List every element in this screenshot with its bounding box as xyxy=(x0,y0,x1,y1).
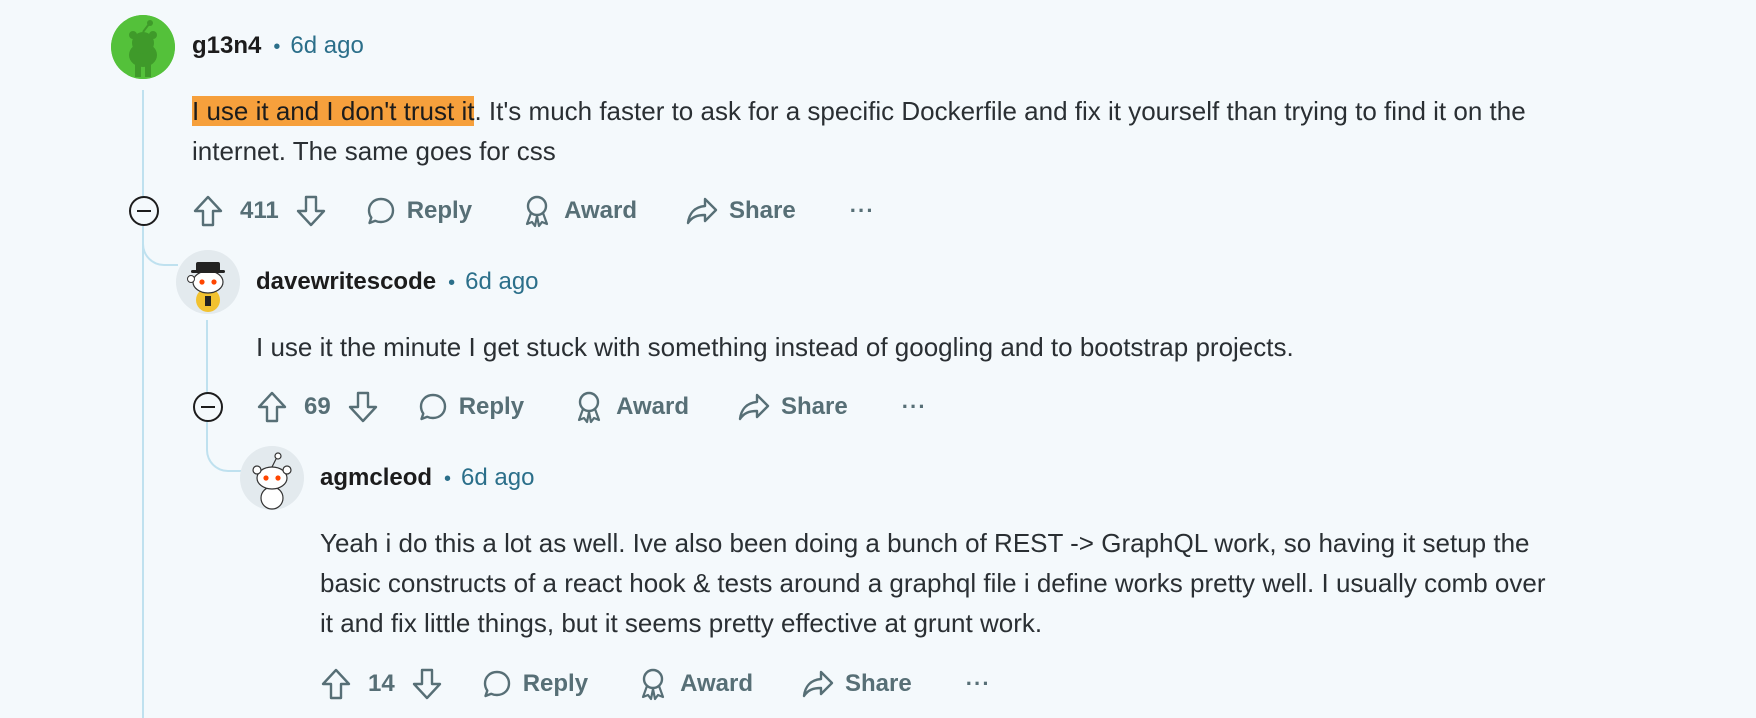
downvote-arrow-icon xyxy=(412,668,441,700)
vote-count: 14 xyxy=(368,670,395,697)
comment-thread: g13n4 • 6d ago I use it and I don't trus… xyxy=(0,0,1756,718)
comment-body: Yeah i do this a lot as well. Ive also b… xyxy=(320,528,1546,638)
share-label: Share xyxy=(844,670,912,697)
comment-agmcleod: agmcleod • 6d ago Yeah i do this a lot a… xyxy=(0,0,1756,718)
upvote-button[interactable] xyxy=(320,667,352,701)
comment-meta: agmcleod • 6d ago xyxy=(320,464,534,492)
downvote-button[interactable] xyxy=(411,667,443,701)
comment-bubble-icon xyxy=(483,670,510,698)
separator-dot: • xyxy=(444,468,452,490)
author-name[interactable]: agmcleod xyxy=(320,464,432,492)
reply-label: Reply xyxy=(522,670,589,697)
more-options-button[interactable]: ··· xyxy=(966,671,991,697)
award-label: Award xyxy=(680,670,753,697)
share-button[interactable]: Share xyxy=(801,668,912,700)
upvote-arrow-icon xyxy=(321,668,351,700)
award-button[interactable]: Award xyxy=(638,667,753,701)
award-ribbon-icon xyxy=(641,668,665,701)
share-arrow-icon xyxy=(802,670,834,698)
more-options-icon: ··· xyxy=(965,671,991,696)
snoo-avatar-icon xyxy=(240,446,304,510)
timestamp[interactable]: 6d ago xyxy=(461,464,534,492)
comment-actions: 14 Reply Award Share ··· xyxy=(320,662,991,706)
avatar[interactable] xyxy=(240,446,304,510)
reply-button[interactable]: Reply xyxy=(481,668,588,700)
